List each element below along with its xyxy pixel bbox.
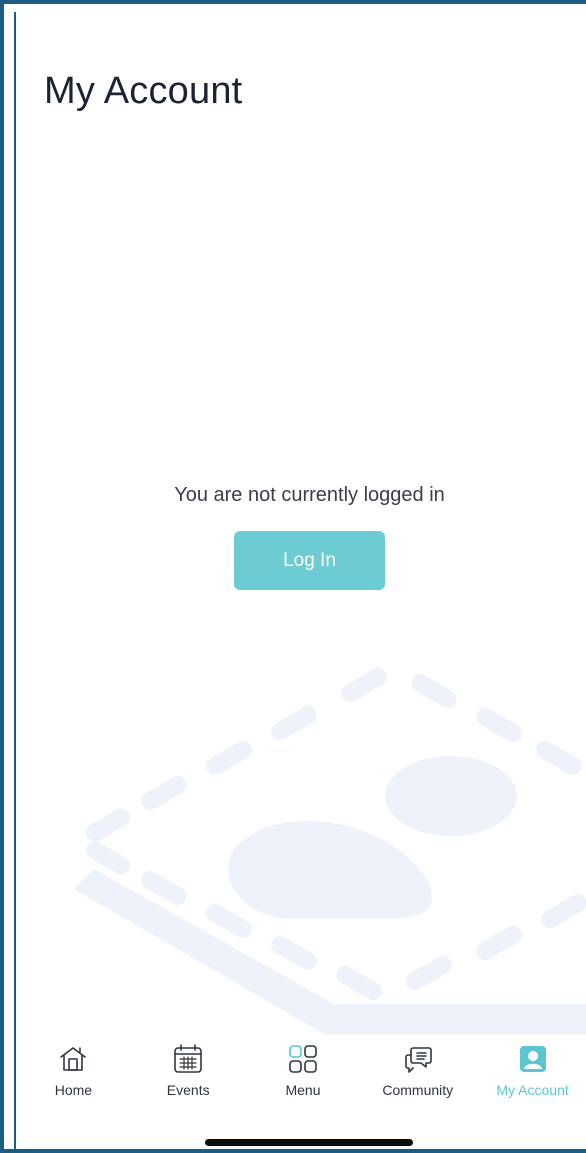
not-logged-in-message: You are not currently logged in	[174, 484, 445, 506]
account-card-illustration	[74, 668, 586, 1034]
tab-home-label: Home	[54, 1082, 93, 1098]
app-screen: My Account You are not currently logged …	[0, 0, 586, 1153]
frame-edge	[14, 12, 16, 1149]
tab-events[interactable]: Events	[132, 1042, 244, 1098]
tab-events-label: Events	[166, 1082, 210, 1098]
tab-community-label: Community	[382, 1082, 454, 1098]
tab-menu[interactable]: Menu	[247, 1042, 359, 1098]
grid-icon	[286, 1042, 320, 1076]
home-icon	[56, 1042, 90, 1076]
page-title: My Account	[44, 70, 243, 112]
home-indicator	[205, 1139, 413, 1146]
log-in-button[interactable]: Log In	[234, 531, 385, 590]
bottom-tab-bar: Home Events Menu Community My Account	[16, 1042, 586, 1112]
tab-home[interactable]: Home	[17, 1042, 129, 1098]
tab-my-account-label: My Account	[496, 1082, 569, 1098]
tab-menu-label: Menu	[285, 1082, 321, 1098]
tab-community[interactable]: Community	[362, 1042, 474, 1098]
tab-my-account[interactable]: My Account	[477, 1042, 586, 1098]
chat-bubbles-icon	[401, 1042, 435, 1076]
account-icon	[516, 1042, 550, 1076]
calendar-icon	[171, 1042, 205, 1076]
